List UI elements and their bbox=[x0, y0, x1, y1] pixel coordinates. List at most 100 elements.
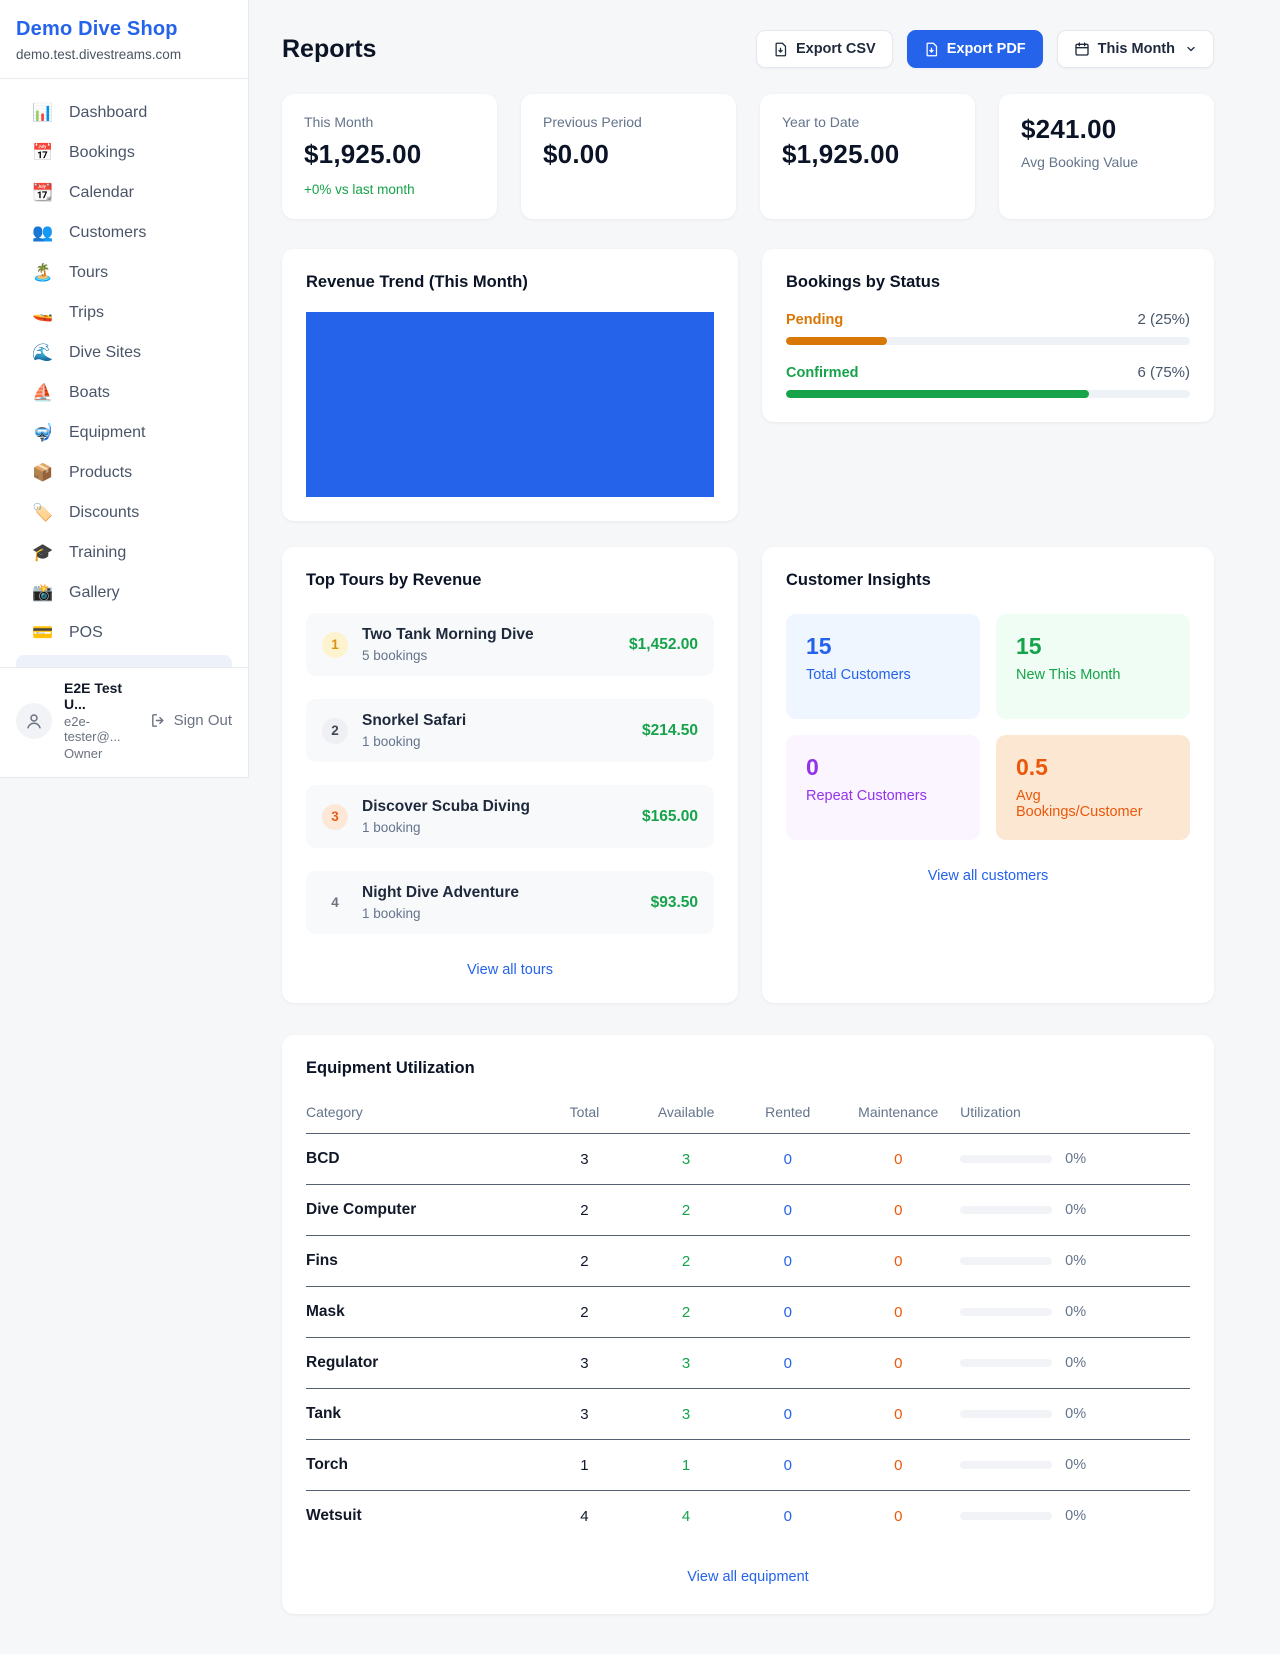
tour-name: Two Tank Morning Dive bbox=[362, 626, 534, 644]
utilization-percent: 0% bbox=[1065, 1151, 1086, 1167]
utilization-percent: 0% bbox=[1065, 1253, 1086, 1269]
tile-repeat-customers: 0 Repeat Customers bbox=[786, 735, 980, 840]
status-row-pending: Pending 2 (25%) bbox=[786, 311, 1190, 345]
sidebar: Demo Dive Shop demo.test.divestreams.com… bbox=[0, 0, 249, 778]
sidebar-item-gallery[interactable]: 📸 Gallery bbox=[8, 573, 240, 613]
sidebar-item-calendar[interactable]: 📆 Calendar bbox=[8, 173, 240, 213]
table-row: Mask 2 2 0 0 0% bbox=[306, 1287, 1190, 1338]
cell-maintenance: 0 bbox=[836, 1236, 960, 1287]
sidebar-item-reports-partial[interactable] bbox=[16, 655, 232, 667]
tour-name: Discover Scuba Diving bbox=[362, 798, 530, 816]
sidebar-item-trips[interactable]: 🚤 Trips bbox=[8, 293, 240, 333]
file-download-icon bbox=[773, 42, 788, 57]
table-row: Torch 1 1 0 0 0% bbox=[306, 1440, 1190, 1491]
cell-rented: 0 bbox=[739, 1287, 836, 1338]
sidebar-item-training[interactable]: 🎓 Training bbox=[8, 533, 240, 573]
sidebar-item-products[interactable]: 📦 Products bbox=[8, 453, 240, 493]
status-count: 6 (75%) bbox=[1137, 364, 1190, 381]
cell-rented: 0 bbox=[739, 1134, 836, 1185]
cell-rented: 0 bbox=[739, 1236, 836, 1287]
utilization-meter: 0% bbox=[960, 1406, 1190, 1422]
cell-rented: 0 bbox=[739, 1491, 836, 1542]
tile-avg-bookings-customer: 0.5 Avg Bookings/Customer bbox=[996, 735, 1190, 840]
dashboard-icon: 📊 bbox=[32, 103, 54, 123]
brand-name[interactable]: Demo Dive Shop bbox=[16, 18, 232, 41]
bookings-by-status-card: Bookings by Status Pending 2 (25%) Confi… bbox=[762, 249, 1214, 422]
tour-name: Snorkel Safari bbox=[362, 712, 466, 730]
cell-total: 3 bbox=[536, 1389, 633, 1440]
cell-rented: 0 bbox=[739, 1389, 836, 1440]
sidebar-item-boats[interactable]: ⛵ Boats bbox=[8, 373, 240, 413]
page-header: Reports Export CSV Export PDF bbox=[282, 30, 1214, 68]
sidebar-item-dive-sites[interactable]: 🌊 Dive Sites bbox=[8, 333, 240, 373]
sidebar-item-pos[interactable]: 💳 POS bbox=[8, 613, 240, 653]
sidebar-item-equipment[interactable]: 🤿 Equipment bbox=[8, 413, 240, 453]
revenue-trend-chart bbox=[306, 312, 714, 497]
tile-label: Total Customers bbox=[806, 667, 960, 683]
cell-category: BCD bbox=[306, 1134, 536, 1185]
table-row: Fins 2 2 0 0 0% bbox=[306, 1236, 1190, 1287]
view-all-tours-link[interactable]: View all tours bbox=[467, 962, 553, 978]
revenue-trend-title: Revenue Trend (This Month) bbox=[306, 273, 714, 292]
column-header-maintenance: Maintenance bbox=[836, 1088, 960, 1134]
cell-maintenance: 0 bbox=[836, 1440, 960, 1491]
sidebar-item-customers[interactable]: 👥 Customers bbox=[8, 213, 240, 253]
user-role: Owner bbox=[64, 746, 138, 761]
utilization-meter: 0% bbox=[960, 1253, 1190, 1269]
revenue-trend-card: Revenue Trend (This Month) bbox=[282, 249, 738, 521]
sidebar-item-dashboard[interactable]: 📊 Dashboard bbox=[8, 93, 240, 133]
cell-available: 3 bbox=[633, 1389, 739, 1440]
progress-track bbox=[786, 390, 1190, 398]
sidebar-item-label: Training bbox=[69, 544, 126, 562]
customer-insights-title: Customer Insights bbox=[786, 571, 1190, 590]
main-content: Reports Export CSV Export PDF bbox=[250, 0, 1280, 1654]
wave-icon: 🌊 bbox=[32, 343, 54, 363]
dive-mask-icon: 🤿 bbox=[32, 423, 54, 443]
cell-total: 3 bbox=[536, 1338, 633, 1389]
tile-value: 0.5 bbox=[1016, 754, 1170, 781]
view-all-customers-link[interactable]: View all customers bbox=[928, 868, 1049, 884]
status-label: Pending bbox=[786, 312, 843, 328]
stat-label: Year to Date bbox=[782, 114, 953, 130]
period-dropdown[interactable]: This Month bbox=[1057, 30, 1214, 68]
sidebar-item-label: Bookings bbox=[69, 144, 135, 162]
stat-label: This Month bbox=[304, 114, 475, 130]
stat-delta: +0% vs last month bbox=[304, 182, 475, 197]
sidebar-item-bookings[interactable]: 📅 Bookings bbox=[8, 133, 240, 173]
stat-card-year-to-date: Year to Date $1,925.00 bbox=[760, 94, 975, 219]
sidebar-item-discounts[interactable]: 🏷️ Discounts bbox=[8, 493, 240, 533]
island-icon: 🏝️ bbox=[32, 263, 54, 283]
sidebar-item-label: Customers bbox=[69, 224, 146, 242]
export-csv-button[interactable]: Export CSV bbox=[756, 30, 893, 68]
sidebar-item-tours[interactable]: 🏝️ Tours bbox=[8, 253, 240, 293]
graduation-cap-icon: 🎓 bbox=[32, 543, 54, 563]
sidebar-nav: 📊 Dashboard 📅 Bookings 📆 Calendar 👥 Cust… bbox=[0, 79, 248, 667]
status-row-confirmed: Confirmed 6 (75%) bbox=[786, 364, 1190, 398]
cell-available: 2 bbox=[633, 1185, 739, 1236]
view-all-equipment-link[interactable]: View all equipment bbox=[687, 1569, 808, 1585]
cell-total: 1 bbox=[536, 1440, 633, 1491]
tour-amount: $93.50 bbox=[651, 894, 698, 912]
cell-maintenance: 0 bbox=[836, 1338, 960, 1389]
cell-available: 3 bbox=[633, 1134, 739, 1185]
utilization-percent: 0% bbox=[1065, 1406, 1086, 1422]
rank-badge: 2 bbox=[322, 718, 348, 744]
export-pdf-button[interactable]: Export PDF bbox=[907, 30, 1043, 68]
speedboat-icon: 🚤 bbox=[32, 303, 54, 323]
column-header-category: Category bbox=[306, 1088, 536, 1134]
utilization-percent: 0% bbox=[1065, 1202, 1086, 1218]
sidebar-item-label: Discounts bbox=[69, 504, 139, 522]
sign-out-button[interactable]: Sign Out bbox=[150, 712, 232, 729]
stat-value: $1,925.00 bbox=[304, 139, 475, 170]
tile-total-customers: 15 Total Customers bbox=[786, 614, 980, 719]
tour-bookings: 1 booking bbox=[362, 734, 466, 749]
customers-icon: 👥 bbox=[32, 223, 54, 243]
stat-label: Avg Booking Value bbox=[1021, 154, 1192, 170]
sidebar-item-label: Tours bbox=[69, 264, 108, 282]
page-title: Reports bbox=[282, 35, 376, 64]
progress-track bbox=[786, 337, 1190, 345]
tile-value: 15 bbox=[1016, 633, 1170, 660]
insight-tiles: 15 Total Customers 15 New This Month 0 R… bbox=[786, 614, 1190, 840]
table-row: Dive Computer 2 2 0 0 0% bbox=[306, 1185, 1190, 1236]
utilization-percent: 0% bbox=[1065, 1355, 1086, 1371]
